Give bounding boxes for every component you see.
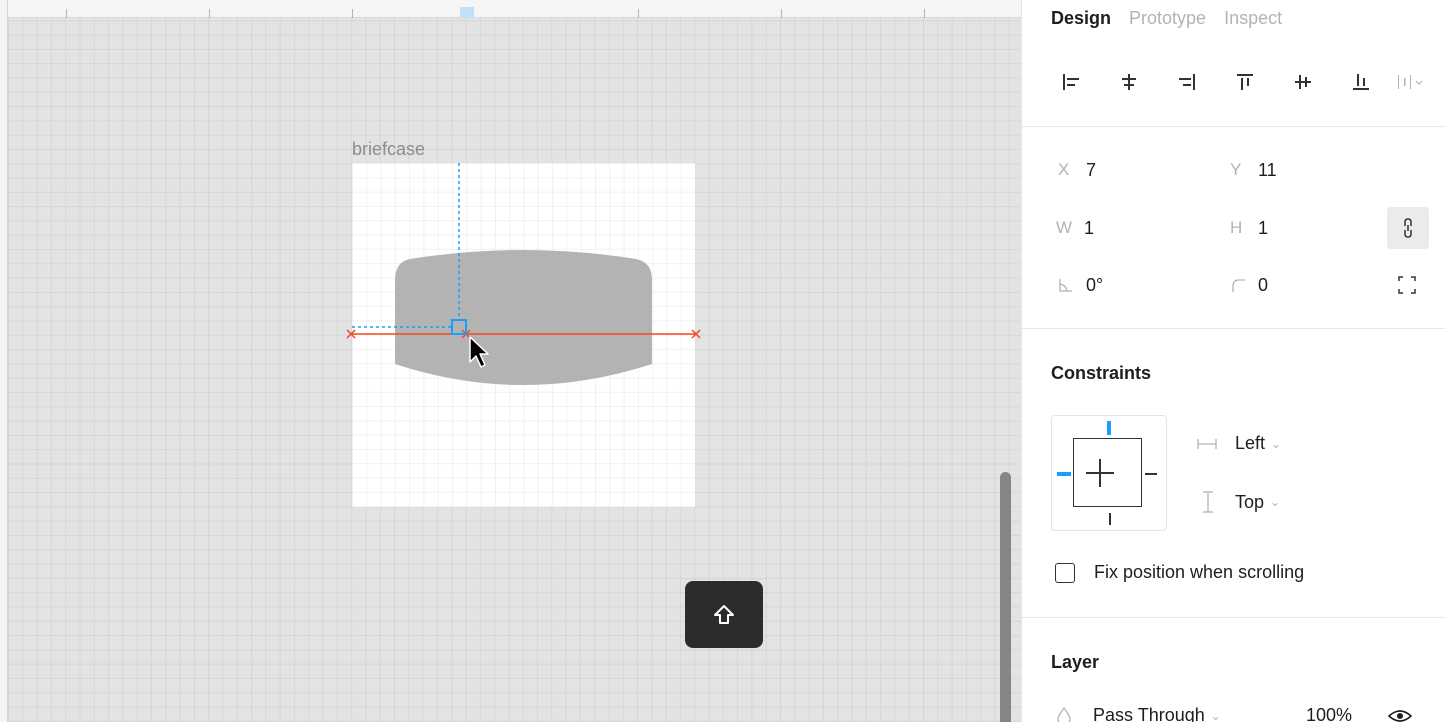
align-top-button[interactable] <box>1216 62 1274 102</box>
rotation-value: 0° <box>1086 274 1104 295</box>
chevron-down-icon: ⌄ <box>1270 495 1281 509</box>
link-icon <box>1404 218 1412 238</box>
blend-mode-icon <box>1055 706 1093 722</box>
h-value: 1 <box>1258 217 1269 238</box>
section-divider <box>1022 617 1445 618</box>
rotation-icon <box>1059 279 1072 292</box>
width-field[interactable]: W 1 <box>1056 213 1094 243</box>
corner-radius-icon <box>1232 279 1245 292</box>
section-divider <box>1022 328 1445 329</box>
align-right-icon <box>1179 74 1195 90</box>
chevron-down-icon: ⌄ <box>1271 436 1282 451</box>
blend-mode-dropdown[interactable]: Pass Through <box>1093 705 1205 722</box>
vertical-constraint-dropdown[interactable]: Top ⌄ <box>1197 490 1280 514</box>
shift-arrow-icon <box>714 604 734 624</box>
height-field[interactable]: H 1 <box>1230 213 1268 243</box>
distribute-button[interactable] <box>1390 62 1434 102</box>
align-left-icon <box>1063 74 1079 90</box>
distribute-icon <box>1398 75 1423 89</box>
w-value: 1 <box>1084 217 1095 238</box>
align-top-icon <box>1237 74 1253 90</box>
vertical-constraint-value: Top <box>1235 491 1265 512</box>
x-value: 7 <box>1086 159 1097 180</box>
vertical-scrollbar[interactable] <box>1000 472 1011 722</box>
align-vertical-center-icon <box>1295 75 1311 89</box>
tab-design[interactable]: Design <box>1051 8 1111 29</box>
radius-value: 0 <box>1258 274 1269 295</box>
align-bottom-button[interactable] <box>1332 62 1390 102</box>
align-right-button[interactable] <box>1158 62 1216 102</box>
x-field[interactable]: X 7 <box>1058 155 1096 185</box>
radius-label <box>1230 277 1258 293</box>
opacity-value[interactable]: 100% <box>1306 705 1352 722</box>
y-value: 11 <box>1258 159 1277 180</box>
fix-position-checkbox-row[interactable]: Fix position when scrolling <box>1055 562 1304 583</box>
canvas[interactable]: briefcase <box>0 0 1021 722</box>
section-divider <box>1022 126 1445 127</box>
vertical-constraint-icon <box>1197 490 1235 514</box>
independent-corners-button[interactable] <box>1390 272 1424 298</box>
tab-inspect[interactable]: Inspect <box>1224 8 1282 29</box>
alignment-toolbar <box>1042 62 1434 102</box>
horizontal-constraint-dropdown[interactable]: Left ⌄ <box>1197 433 1281 454</box>
constraint-widget[interactable] <box>1051 415 1167 531</box>
y-field[interactable]: Y 11 <box>1230 155 1277 185</box>
align-vertical-center-button[interactable] <box>1274 62 1332 102</box>
fix-position-label: Fix position when scrolling <box>1094 562 1305 582</box>
align-bottom-icon <box>1353 74 1369 90</box>
horizontal-constraint-icon <box>1197 437 1235 451</box>
layer-title: Layer <box>1051 652 1100 672</box>
w-label: W <box>1056 218 1073 237</box>
rotation-label <box>1058 277 1086 293</box>
align-left-button[interactable] <box>1042 62 1100 102</box>
shift-key-indicator <box>685 581 763 648</box>
rotation-field[interactable]: 0° <box>1058 270 1103 300</box>
constraint-bottom-handle[interactable] <box>1109 513 1111 525</box>
layer-row: Pass Through ⌄ 100% <box>1055 705 1445 722</box>
x-label: X <box>1058 160 1070 179</box>
chevron-down-icon: ⌄ <box>1210 708 1221 722</box>
corner-radius-field[interactable]: 0 <box>1230 270 1268 300</box>
h-label: H <box>1230 218 1243 237</box>
horizontal-constraint-value: Left <box>1235 433 1266 453</box>
constraint-center-v[interactable] <box>1099 459 1101 487</box>
constrain-proportions-button[interactable] <box>1387 207 1429 249</box>
align-horizontal-center-icon <box>1122 74 1136 90</box>
constraint-left-handle[interactable] <box>1057 472 1071 476</box>
tab-prototype[interactable]: Prototype <box>1129 8 1206 29</box>
constraint-top-handle[interactable] <box>1107 421 1111 435</box>
properties-panel: Design Prototype Inspect X 7 Y 11 W 1 H … <box>1021 0 1445 722</box>
align-horizontal-center-button[interactable] <box>1100 62 1158 102</box>
canvas-overlay <box>346 163 701 385</box>
y-label: Y <box>1230 160 1242 179</box>
constraint-right-handle[interactable] <box>1145 473 1157 475</box>
fix-position-checkbox[interactable] <box>1055 562 1075 583</box>
constraints-title: Constraints <box>1051 363 1152 383</box>
independent-corners-icon <box>1398 276 1416 294</box>
briefcase-shape <box>395 250 652 385</box>
panel-tabs: Design Prototype Inspect <box>1051 8 1282 29</box>
visibility-eye-icon[interactable] <box>1388 708 1412 722</box>
